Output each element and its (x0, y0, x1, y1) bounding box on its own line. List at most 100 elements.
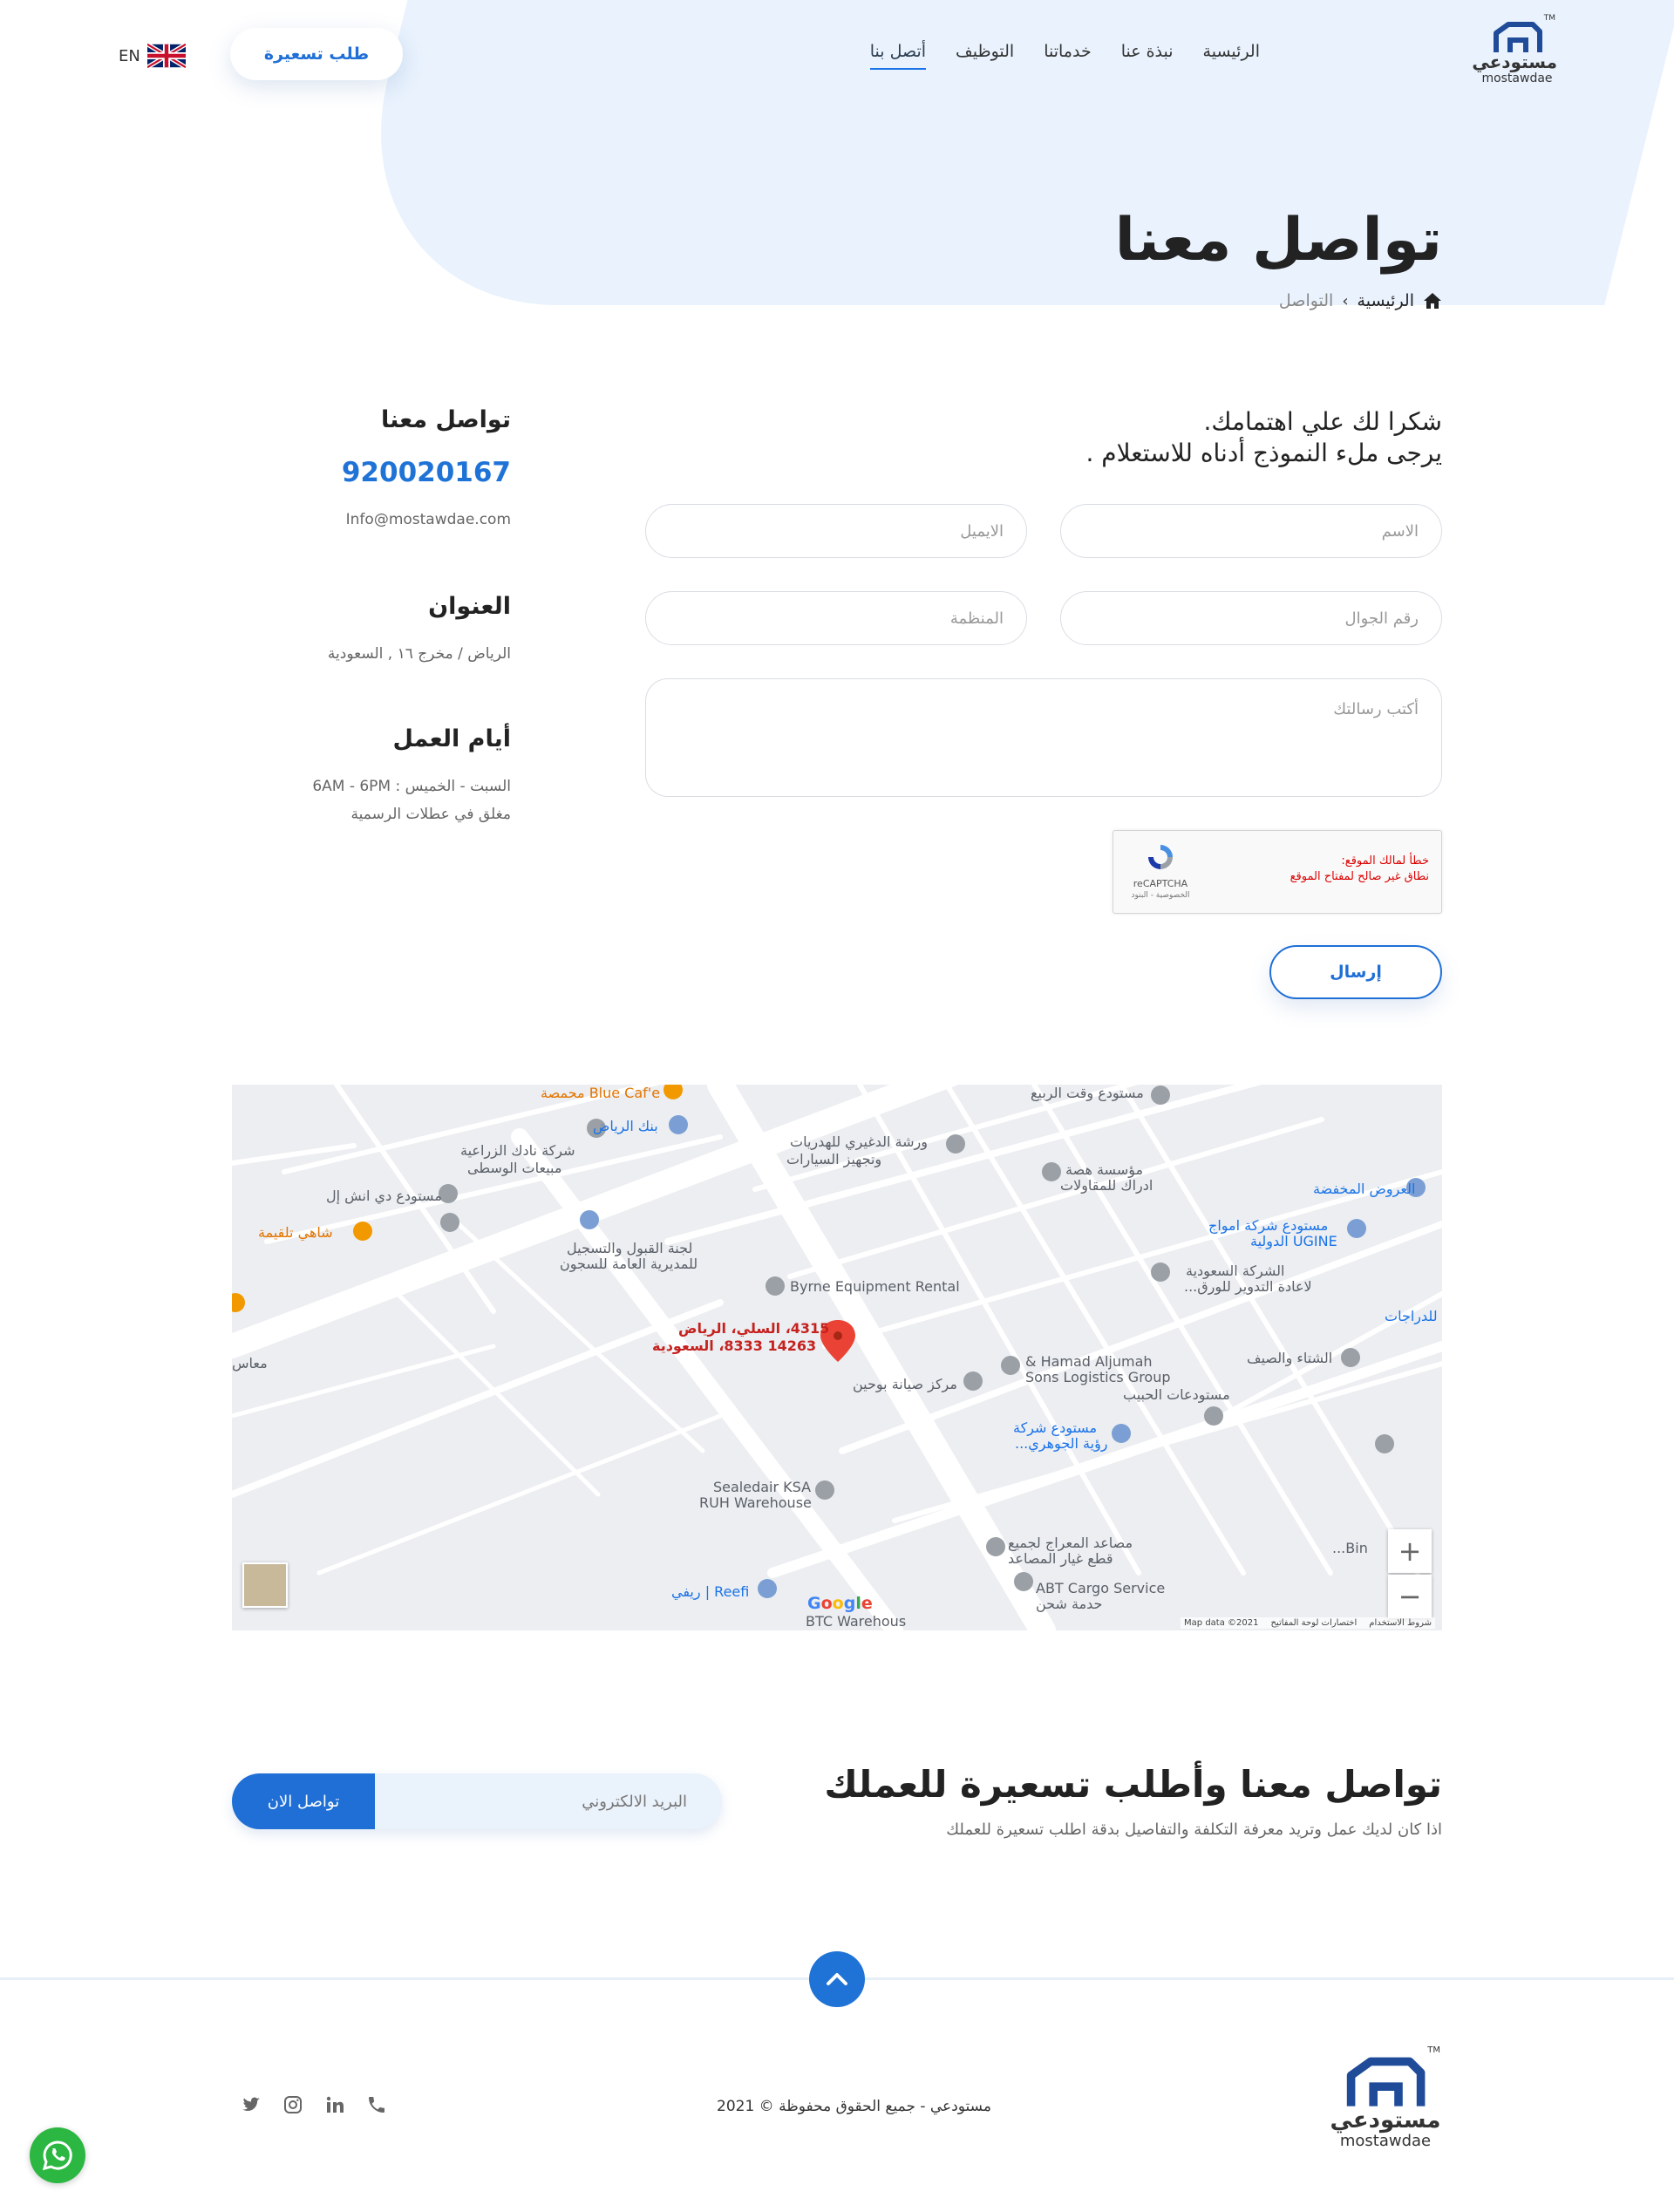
map-terms[interactable]: شروط الاستخدام (1369, 1618, 1432, 1628)
organization-input[interactable]: المنظمة (645, 591, 1027, 645)
map-place[interactable]: مستودع شركة (1013, 1419, 1097, 1436)
map-place[interactable]: Hamad Aljumah & (1025, 1353, 1153, 1370)
breadcrumb: الرئيسية › التواصل (1279, 291, 1442, 310)
footer-logo[interactable]: TM مستودعي mostawdae (1329, 2045, 1442, 2173)
nav-home[interactable]: الرئيسية (1203, 42, 1260, 70)
map-place[interactable]: Bin... (1332, 1540, 1368, 1556)
address-heading: العنوان (428, 593, 511, 620)
recaptcha-widget[interactable]: خطأ لمالك الموقع: نطاق غير صالح لمفتاح ا… (1113, 830, 1442, 914)
map-shortcuts[interactable]: اختصارات لوحة المفاتيح (1270, 1618, 1357, 1628)
zoom-in-button[interactable]: + (1388, 1529, 1432, 1573)
map-data: Map data ©2021 (1184, 1618, 1259, 1628)
map-place[interactable]: مؤسسة هصة (1065, 1161, 1143, 1178)
nav-contact[interactable]: أتصل بنا (869, 42, 927, 70)
map-place[interactable]: شركة نادك الزراعية (460, 1142, 575, 1159)
linkedin-icon[interactable] (324, 2094, 345, 2115)
scroll-to-top-button[interactable] (809, 1951, 865, 2007)
name-input[interactable]: الاسم (1060, 504, 1442, 558)
footer-logo-house-icon (1346, 2057, 1426, 2107)
nav-services[interactable]: خدماتنا (1044, 42, 1092, 70)
map-place[interactable]: وتجهيز السيارات (786, 1151, 881, 1167)
hours-line2: مغلق في عطلات الرسمية (350, 806, 511, 823)
newsletter-email-input[interactable]: البريد الالكتروني (375, 1773, 722, 1829)
map-place[interactable]: ABT Cargo Service (1036, 1580, 1165, 1596)
site-logo[interactable]: TM مستودعي mostawdae (1472, 14, 1557, 101)
email-input[interactable]: الايميل (645, 504, 1027, 558)
map-place[interactable]: ادراك للمقاولات (1060, 1177, 1153, 1194)
instagram-icon[interactable] (282, 2094, 303, 2115)
map-place[interactable]: Sons Logistics Group (1025, 1369, 1171, 1385)
hours-block: أيام العمل (392, 725, 511, 752)
contact-block: تواصل معنا (381, 406, 511, 433)
map-place[interactable]: مستودع شركة امواج (1208, 1217, 1328, 1234)
recaptcha-error-line2: نطاق غير صالح لمفتاح الموقع (1290, 870, 1429, 883)
footer-logo-trademark: TM (1427, 2045, 1440, 2055)
map-place[interactable]: مستودع وقت الربيع (1031, 1085, 1144, 1101)
breadcrumb-home[interactable]: الرئيسية (1358, 291, 1414, 310)
map-place[interactable]: معاس (232, 1355, 268, 1371)
map-place[interactable]: للمديرية العامة للسجون (560, 1256, 698, 1272)
map-place[interactable]: مصاعد المعراج لجميع (1008, 1535, 1133, 1551)
main-nav: الرئيسية نبذة عنا خدماتنا التوظيف أتصل ب… (869, 42, 1260, 70)
phone-icon[interactable] (366, 2094, 387, 2115)
newsletter-form: البريد الالكتروني تواصل الان (232, 1773, 722, 1829)
map-place[interactable]: الشتاء والصيف (1247, 1350, 1332, 1366)
nav-about[interactable]: نبذة عنا (1121, 42, 1174, 70)
email-address[interactable]: Info@mostawdae.com (346, 506, 511, 534)
map-place[interactable]: مبيعات الوسطى (467, 1160, 561, 1176)
map-pin-address-line2: 14263 8333، السعودية (652, 1337, 817, 1354)
hours-text-block: السبت - الخميس : 6AM - 6PM مغلق في عطلات… (312, 772, 511, 828)
footer-logo-text-ar: مستودعي (1330, 2107, 1441, 2134)
whatsapp-chat-button[interactable] (30, 2127, 85, 2183)
language-switch[interactable]: EN (119, 44, 186, 68)
map-place[interactable]: UGINE الدولية (1250, 1233, 1337, 1249)
phone-number[interactable]: 920020167 (342, 457, 511, 488)
map-place[interactable]: للدراجات (1385, 1308, 1438, 1324)
map-place[interactable]: العروض المخفضة (1313, 1181, 1415, 1197)
map-place[interactable]: ورشة الدغيري للهدريات (790, 1133, 928, 1150)
map-place[interactable]: BTC Warehous (806, 1613, 906, 1630)
mobile-input[interactable]: رقم الجوال (1060, 591, 1442, 645)
map-place[interactable]: بنك الرياض (593, 1118, 658, 1134)
map-place[interactable]: مستودعات الحبيب (1123, 1386, 1230, 1403)
nav-careers[interactable]: التوظيف (956, 42, 1014, 70)
social-links (241, 2094, 387, 2115)
map-place[interactable]: Byrne Equipment Rental (790, 1278, 960, 1295)
map-place[interactable]: RUH Warehouse (699, 1494, 812, 1511)
copyright-text: مستودعي - جميع الحقوق محفوظة © 2021 (717, 2098, 991, 2115)
map-place[interactable]: الشركة السعودية (1186, 1263, 1284, 1279)
map-place[interactable]: شاهي تلقيمة (258, 1224, 333, 1241)
map-place[interactable]: Sealedair KSA (713, 1479, 811, 1495)
zoom-out-button[interactable]: − (1388, 1575, 1432, 1618)
request-quote-button[interactable]: طلب تسعيرة (230, 28, 403, 80)
logo-house-icon (1494, 22, 1542, 52)
submit-button[interactable]: إرسال (1269, 945, 1442, 999)
map-place[interactable]: Reefi | ريفي (671, 1583, 749, 1600)
logo-trademark: TM (1543, 14, 1555, 23)
map-place[interactable]: لاعادة التدوير للورق... (1184, 1278, 1312, 1295)
cta-subtitle: اذا كان لديك عمل وتريد معرفة التكلفة وال… (946, 1821, 1442, 1839)
map-place[interactable]: حدمة شحن (1036, 1596, 1102, 1612)
contact-now-button[interactable]: تواصل الان (232, 1773, 375, 1829)
whatsapp-icon (42, 2141, 72, 2171)
home-icon[interactable] (1423, 292, 1442, 310)
recaptcha-icon (1148, 845, 1173, 869)
message-textarea[interactable]: أكتب رسالتك (645, 678, 1442, 797)
google-map[interactable]: Blue Caf'e محمصة مستودع وقت الربيع بنك ا… (232, 1085, 1442, 1630)
footer-logo-text-en: mostawdae (1339, 2132, 1432, 2150)
recaptcha-links[interactable]: الخصوصية - البنود (1126, 891, 1195, 900)
map-place[interactable]: Blue Caf'e محمصة (541, 1085, 660, 1101)
map-place[interactable]: قطع غيار المصاعد (1008, 1550, 1113, 1567)
map-place[interactable]: مستودع دي انش إل (326, 1188, 442, 1204)
map-place[interactable]: لجنة القبول والتسجيل (567, 1240, 692, 1256)
breadcrumb-current: التواصل (1278, 291, 1334, 310)
satellite-toggle[interactable] (242, 1562, 288, 1608)
twitter-icon[interactable] (241, 2094, 262, 2115)
chevron-left-icon: › (1342, 291, 1349, 310)
form-intro: شكرا لك علي اهتمامك. يرجى ملء النموذج أد… (1085, 406, 1442, 469)
address-block: العنوان (428, 593, 511, 620)
page-title: تواصل معنا (1114, 206, 1442, 275)
map-attribution: شروط الاستخدام اختصارات لوحة المفاتيح Ma… (1181, 1617, 1435, 1629)
map-place[interactable]: مركز صيانة بوحين (853, 1376, 957, 1392)
map-place[interactable]: رؤية الجوهري... (1015, 1435, 1108, 1452)
